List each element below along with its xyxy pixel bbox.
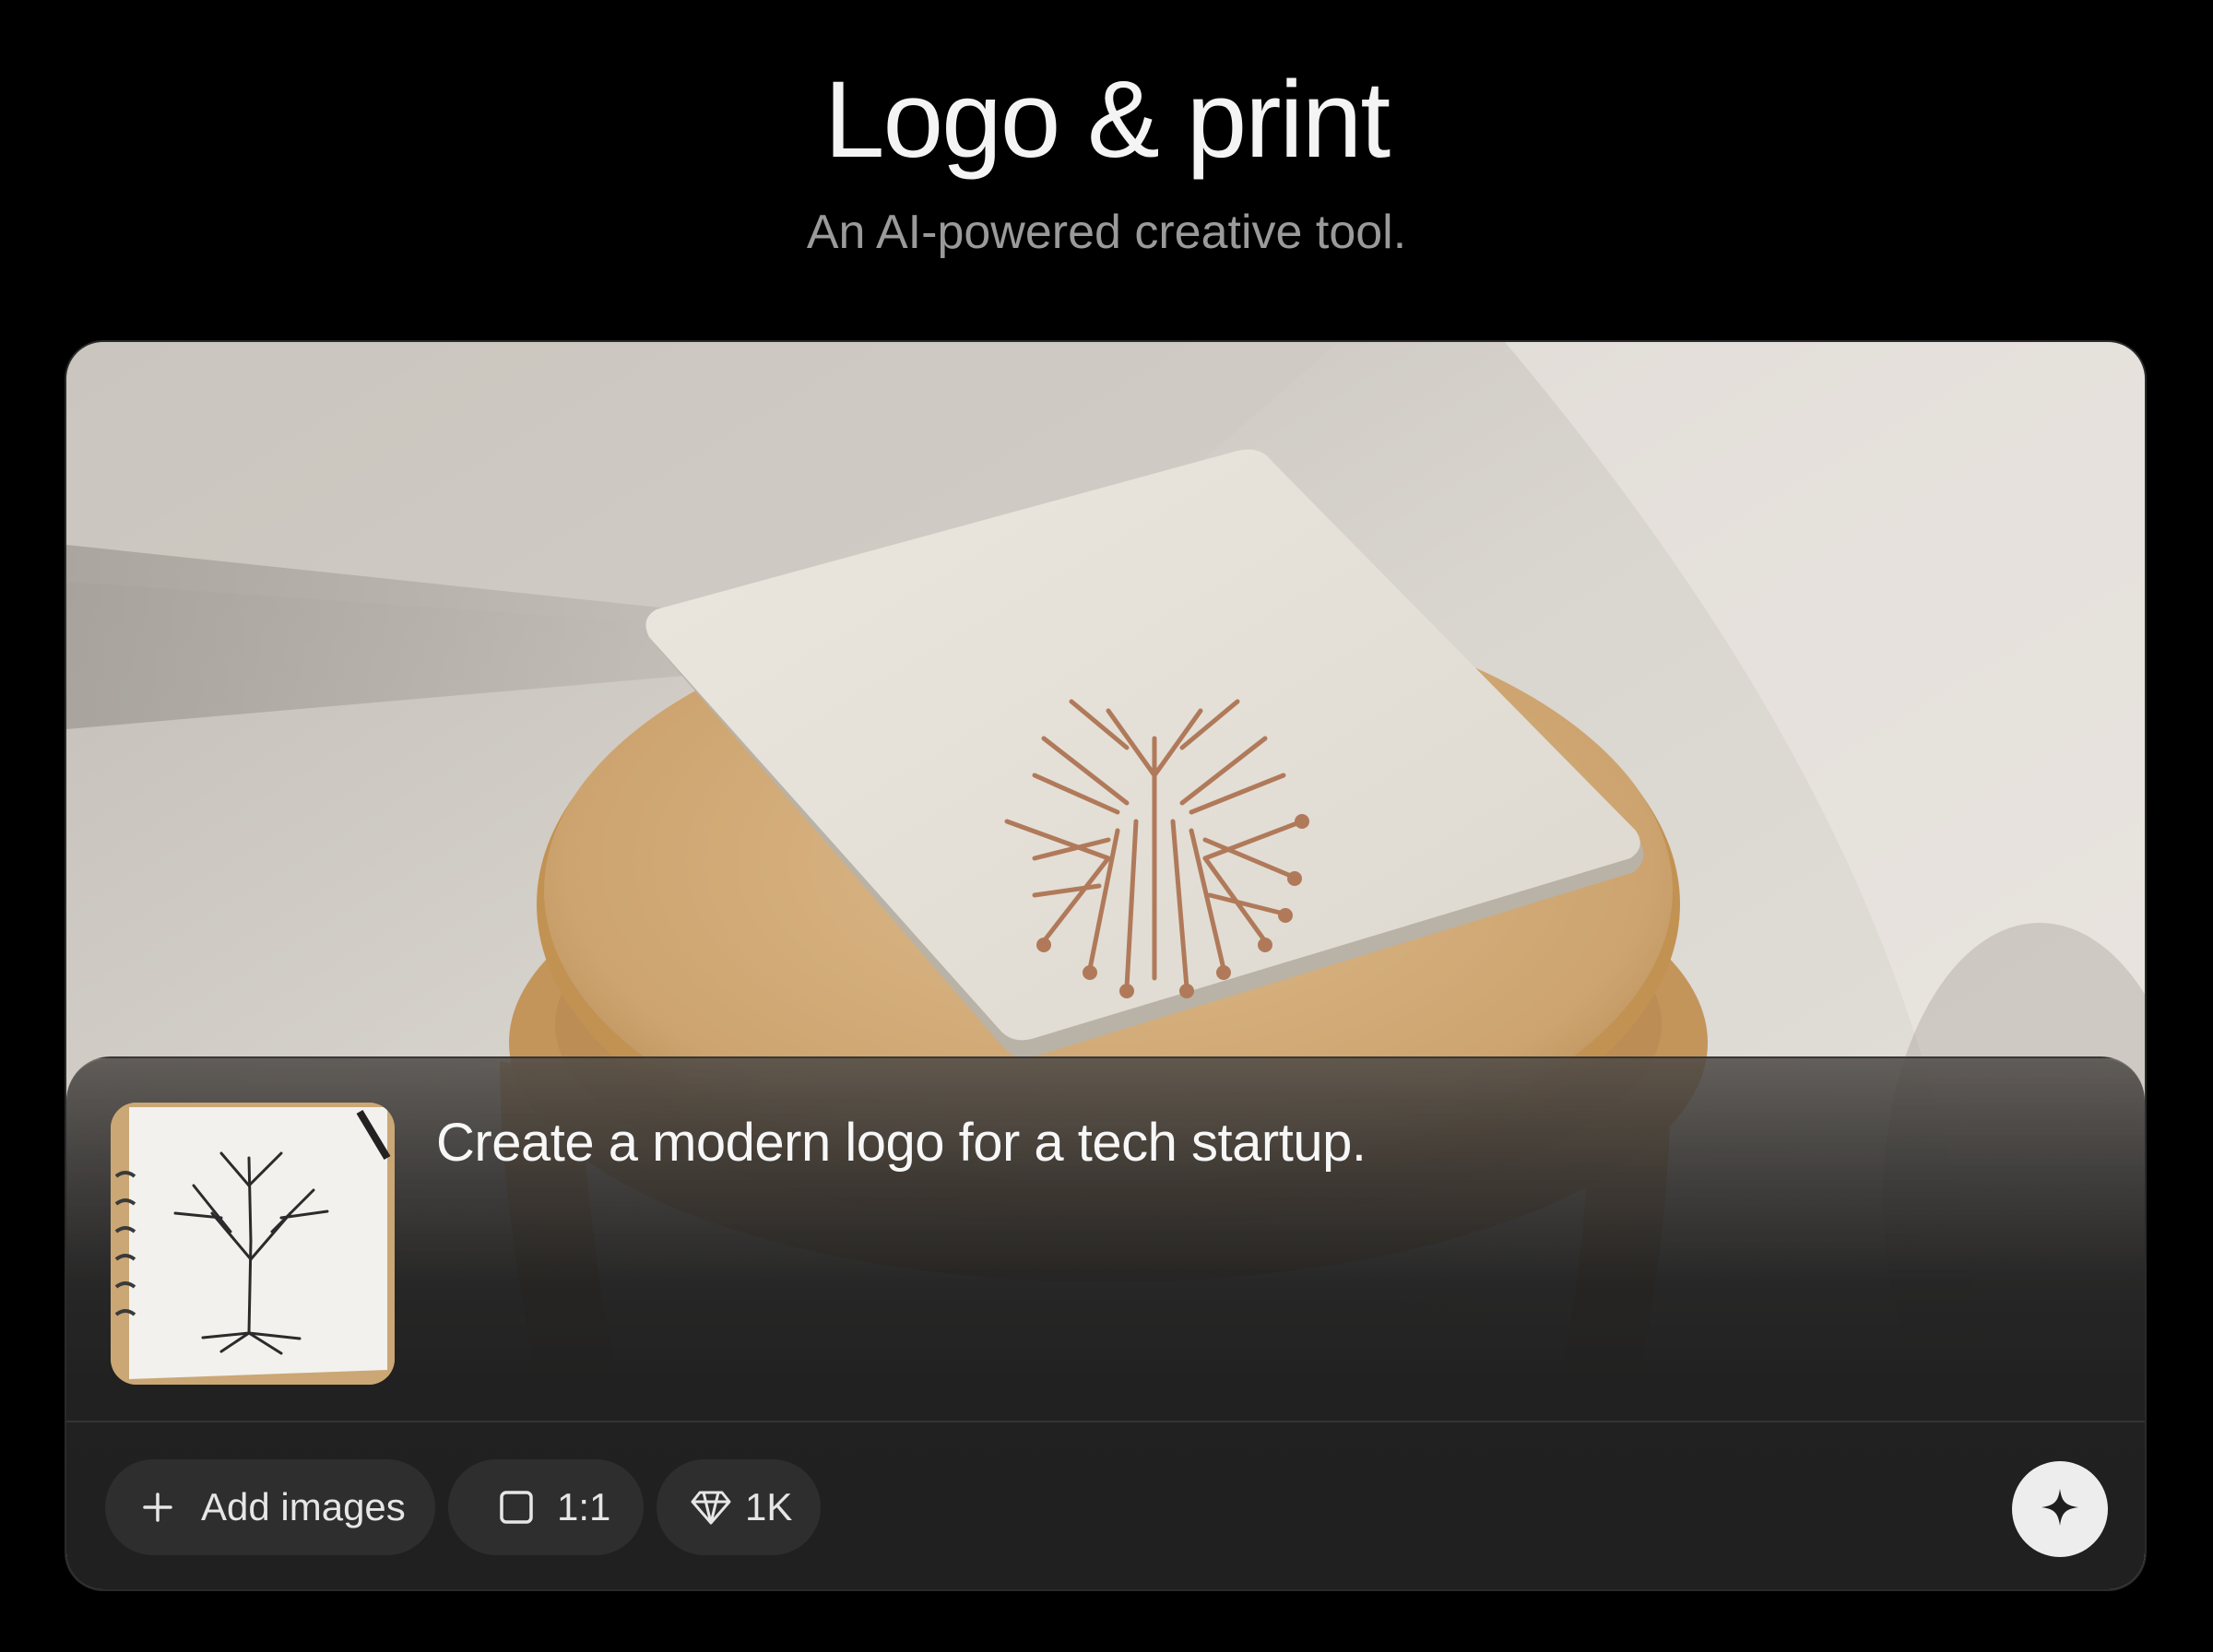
square-icon [498, 1489, 535, 1526]
prompt-text[interactable]: Create a modern logo for a tech startup. [436, 1112, 1367, 1174]
plus-icon [140, 1491, 175, 1524]
add-images-label: Add images [201, 1485, 406, 1528]
tree-sketch-icon [111, 1103, 395, 1385]
generate-button[interactable] [2012, 1461, 2108, 1557]
resolution-label: 1K [745, 1485, 793, 1528]
aspect-ratio-button[interactable]: 1:1 [448, 1459, 644, 1555]
resolution-button[interactable]: 1K [657, 1459, 821, 1555]
diamond-icon [690, 1489, 732, 1526]
reference-image-thumbnail[interactable] [111, 1103, 395, 1385]
showcase-card: Create a modern logo for a tech startup.… [66, 342, 2145, 1589]
sparkle-icon [2040, 1487, 2080, 1532]
page-title: Logo & print [823, 59, 1391, 181]
composer-divider [66, 1421, 2145, 1422]
aspect-ratio-label: 1:1 [557, 1485, 611, 1528]
page-subtitle: An AI-powered creative tool. [806, 206, 1407, 259]
add-images-button[interactable]: Add images [105, 1459, 435, 1555]
prompt-composer: Create a modern logo for a tech startup.… [66, 1056, 2145, 1589]
